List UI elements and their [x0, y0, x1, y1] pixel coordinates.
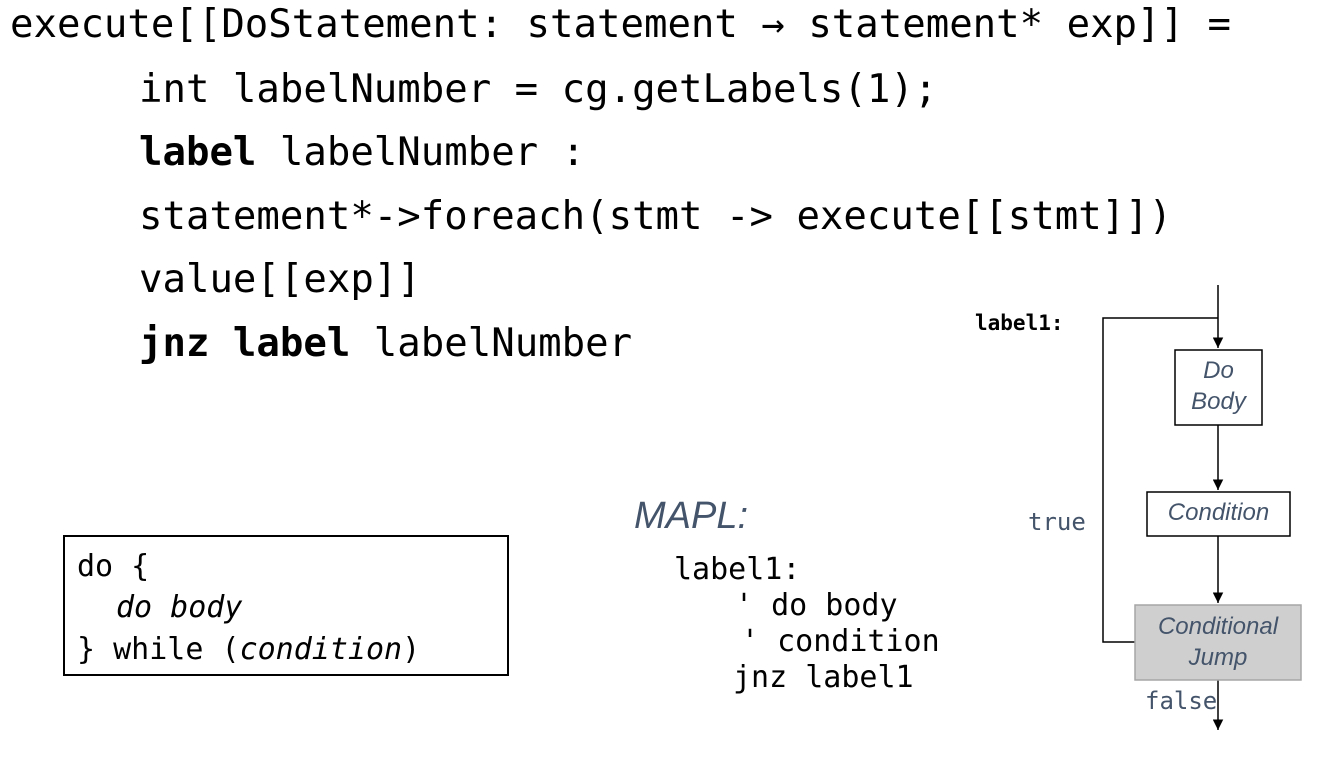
conditional-jump-line-1: Conditional [1157, 613, 1279, 640]
do-body-node-text: Do Body [1175, 355, 1262, 417]
do-body-line-2: Body [1191, 388, 1246, 415]
true-edge-label: true [1028, 508, 1086, 536]
false-edge-label: false [1145, 687, 1218, 715]
flowchart [1102, 285, 1302, 730]
condition-node-text: Condition [1147, 497, 1290, 528]
conditional-jump-node-text: Conditional Jump [1135, 611, 1301, 673]
condition-line-1: Condition [1167, 499, 1270, 526]
conditional-jump-line-2: Jump [1188, 644, 1248, 671]
do-body-line-1: Do [1203, 357, 1234, 384]
entry-label: label1: [975, 311, 1064, 335]
